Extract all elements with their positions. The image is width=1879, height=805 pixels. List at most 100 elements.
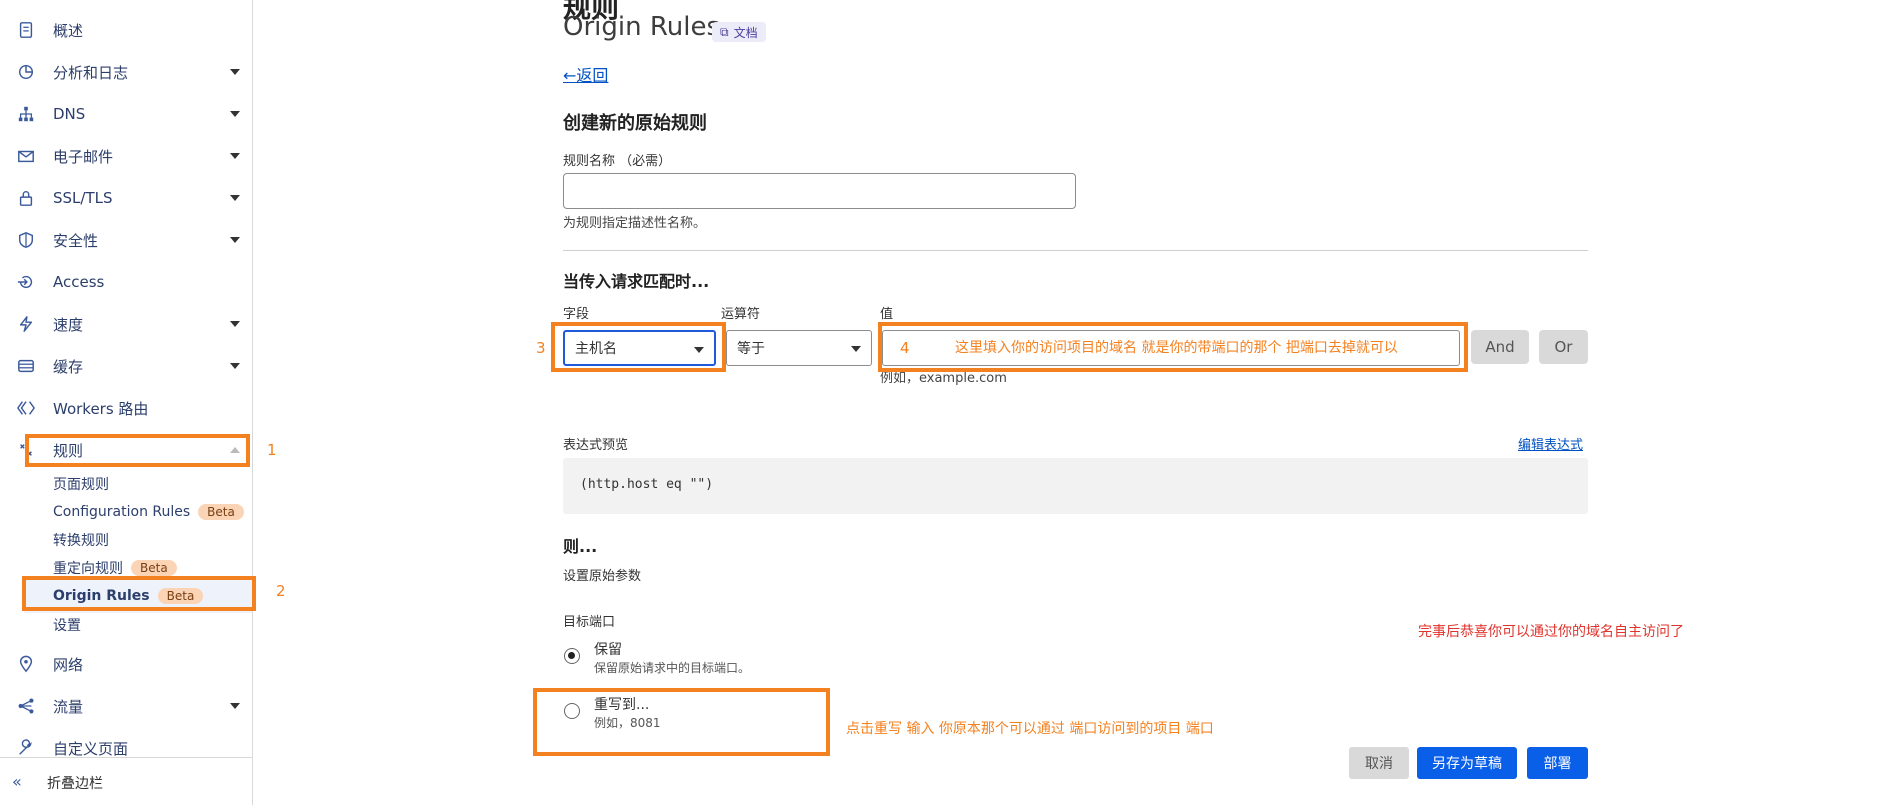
sidebar-subitem-label: 重定向规则 xyxy=(53,561,123,577)
annotation-done-note: 完事后恭喜你可以通过你的域名自主访问了 xyxy=(1418,624,1684,640)
rule-name-hint: 为规则指定描述性名称。 xyxy=(563,216,707,231)
sidebar: 概述 分析和日志 DNS 电子邮件 SSL/TLS 安全性 Access 速度 … xyxy=(0,0,253,805)
shield-icon xyxy=(16,230,36,250)
chevron-down-icon[interactable] xyxy=(230,363,240,369)
sidebar-item-label: Workers 路由 xyxy=(53,399,149,418)
sidebar-subitem-transform-rules[interactable]: 转换规则 xyxy=(53,528,109,552)
sidebar-item-speed[interactable]: 速度 xyxy=(0,306,252,342)
operator-select[interactable]: 等于 xyxy=(726,330,872,366)
annotation-number-3: 3 xyxy=(536,339,546,357)
page-title: Origin Rules xyxy=(563,12,720,42)
sidebar-subitem-page-rules[interactable]: 页面规则 xyxy=(53,472,109,496)
chevron-down-icon[interactable] xyxy=(230,237,240,243)
sidebar-item-label: 速度 xyxy=(53,315,84,334)
sidebar-item-analytics[interactable]: 分析和日志 xyxy=(0,54,252,90)
annotation-value-note: 这里填入你的访问项目的域名 就是你的带端口的那个 把端口去掉就可以 xyxy=(955,340,1398,356)
rule-name-input[interactable] xyxy=(563,173,1076,209)
sidebar-item-label: 网络 xyxy=(53,655,84,674)
field-label: 字段 xyxy=(563,307,590,322)
operator-label: 运算符 xyxy=(721,307,761,322)
sidebar-item-label: SSL/TLS xyxy=(53,189,113,207)
cancel-button[interactable]: 取消 xyxy=(1349,747,1409,779)
location-pin-icon xyxy=(16,654,36,674)
sidebar-item-dns[interactable]: DNS xyxy=(0,96,252,132)
sidebar-item-email[interactable]: 电子邮件 xyxy=(0,138,252,174)
sidebar-item-ssl-tls[interactable]: SSL/TLS xyxy=(0,180,252,216)
back-link[interactable]: ←返回 xyxy=(563,62,608,86)
sidebar-subitem-label: 转换规则 xyxy=(53,533,109,549)
chevron-down-icon[interactable] xyxy=(230,195,240,201)
annotation-number-4: 4 xyxy=(900,339,910,357)
sidebar-item-label: 概述 xyxy=(53,21,84,40)
sidebar-item-traffic[interactable]: 流量 xyxy=(0,688,252,724)
sidebar-item-label: DNS xyxy=(53,105,86,123)
chevron-down-icon[interactable] xyxy=(230,153,240,159)
sidebar-subitem-configuration-rules[interactable]: Configuration Rules Beta xyxy=(53,500,244,524)
then-title: 则... xyxy=(563,537,598,556)
sidebar-item-label: 分析和日志 xyxy=(53,63,129,82)
sidebar-item-label: 安全性 xyxy=(53,231,99,250)
and-button[interactable]: And xyxy=(1471,330,1529,364)
operator-select-value: 等于 xyxy=(737,341,765,357)
traffic-icon xyxy=(16,696,36,716)
document-icon xyxy=(16,20,36,40)
deploy-button[interactable]: 部署 xyxy=(1527,747,1588,779)
sidebar-item-access[interactable]: Access xyxy=(0,264,252,300)
lightning-icon xyxy=(16,314,36,334)
value-label: 值 xyxy=(880,307,894,322)
sidebar-item-label: Access xyxy=(53,273,105,291)
annotation-rewrite-note: 点击重写 输入 你原本那个可以通过 端口访问到的项目 端口 xyxy=(846,721,1214,737)
access-icon xyxy=(16,272,36,292)
chevron-down-icon[interactable] xyxy=(230,321,240,327)
sidebar-item-network[interactable]: 网络 xyxy=(0,646,252,682)
sidebar-item-label: 自定义页面 xyxy=(53,739,129,758)
radio-preserve-hint: 保留原始请求中的目标端口。 xyxy=(594,661,751,675)
mail-icon xyxy=(16,146,36,166)
annotation-box-rules xyxy=(25,434,250,467)
sidebar-item-label: 电子邮件 xyxy=(53,147,114,166)
sidebar-item-cache[interactable]: 缓存 xyxy=(0,348,252,384)
collapse-sidebar-label: 折叠边栏 xyxy=(47,776,103,792)
expression-preview-label: 表达式预览 xyxy=(563,438,629,453)
chevron-down-icon[interactable] xyxy=(230,703,240,709)
docs-link[interactable]: ⧉ 文档 xyxy=(712,22,766,42)
origin-params-subtitle: 设置原始参数 xyxy=(563,569,642,584)
chart-pie-icon xyxy=(16,62,36,82)
destination-port-label: 目标端口 xyxy=(563,615,616,630)
create-rule-title: 创建新的原始规则 xyxy=(563,113,707,134)
expression-text: (http.host eq "") xyxy=(580,477,714,492)
sidebar-item-label: 流量 xyxy=(53,697,84,716)
sidebar-item-overview[interactable]: 概述 xyxy=(0,12,252,48)
collapse-sidebar-button[interactable]: « 折叠边栏 xyxy=(0,757,252,805)
lock-icon xyxy=(16,188,36,208)
cache-icon xyxy=(16,356,36,376)
or-button[interactable]: Or xyxy=(1539,330,1588,364)
sidebar-item-workers-routes[interactable]: Workers 路由 xyxy=(0,390,252,426)
sidebar-subitem-label: 页面规则 xyxy=(53,477,109,493)
chevron-down-icon[interactable] xyxy=(230,69,240,75)
chevron-down-icon[interactable] xyxy=(230,111,240,117)
rule-name-label: 规则名称 （必需） xyxy=(563,154,672,169)
docs-label: 文档 xyxy=(733,25,758,40)
sidebar-subitem-label: 设置 xyxy=(53,618,81,634)
network-tree-icon xyxy=(16,104,36,124)
edit-expression-link[interactable]: 编辑表达式 xyxy=(1518,434,1583,453)
double-chevron-left-icon: « xyxy=(12,772,22,791)
sidebar-item-label: 缓存 xyxy=(53,357,84,376)
beta-badge: Beta xyxy=(198,504,244,520)
annotation-box-rewrite xyxy=(533,688,830,756)
annotation-box-field xyxy=(551,322,726,372)
divider xyxy=(563,250,1588,251)
sidebar-subitem-settings[interactable]: 设置 xyxy=(53,613,81,637)
workers-icon xyxy=(16,398,36,418)
chevron-down-icon xyxy=(851,346,861,352)
expression-preview: (http.host eq "") xyxy=(563,458,1588,514)
match-title: 当传入请求匹配时... xyxy=(563,272,710,291)
annotation-box-origin-rules xyxy=(22,576,256,611)
radio-preserve[interactable] xyxy=(564,648,580,664)
save-draft-button[interactable]: 另存为草稿 xyxy=(1417,747,1517,779)
external-doc-icon: ⧉ xyxy=(720,24,729,39)
wrench-icon xyxy=(16,738,36,758)
sidebar-item-security[interactable]: 安全性 xyxy=(0,222,252,258)
beta-badge: Beta xyxy=(131,560,177,576)
